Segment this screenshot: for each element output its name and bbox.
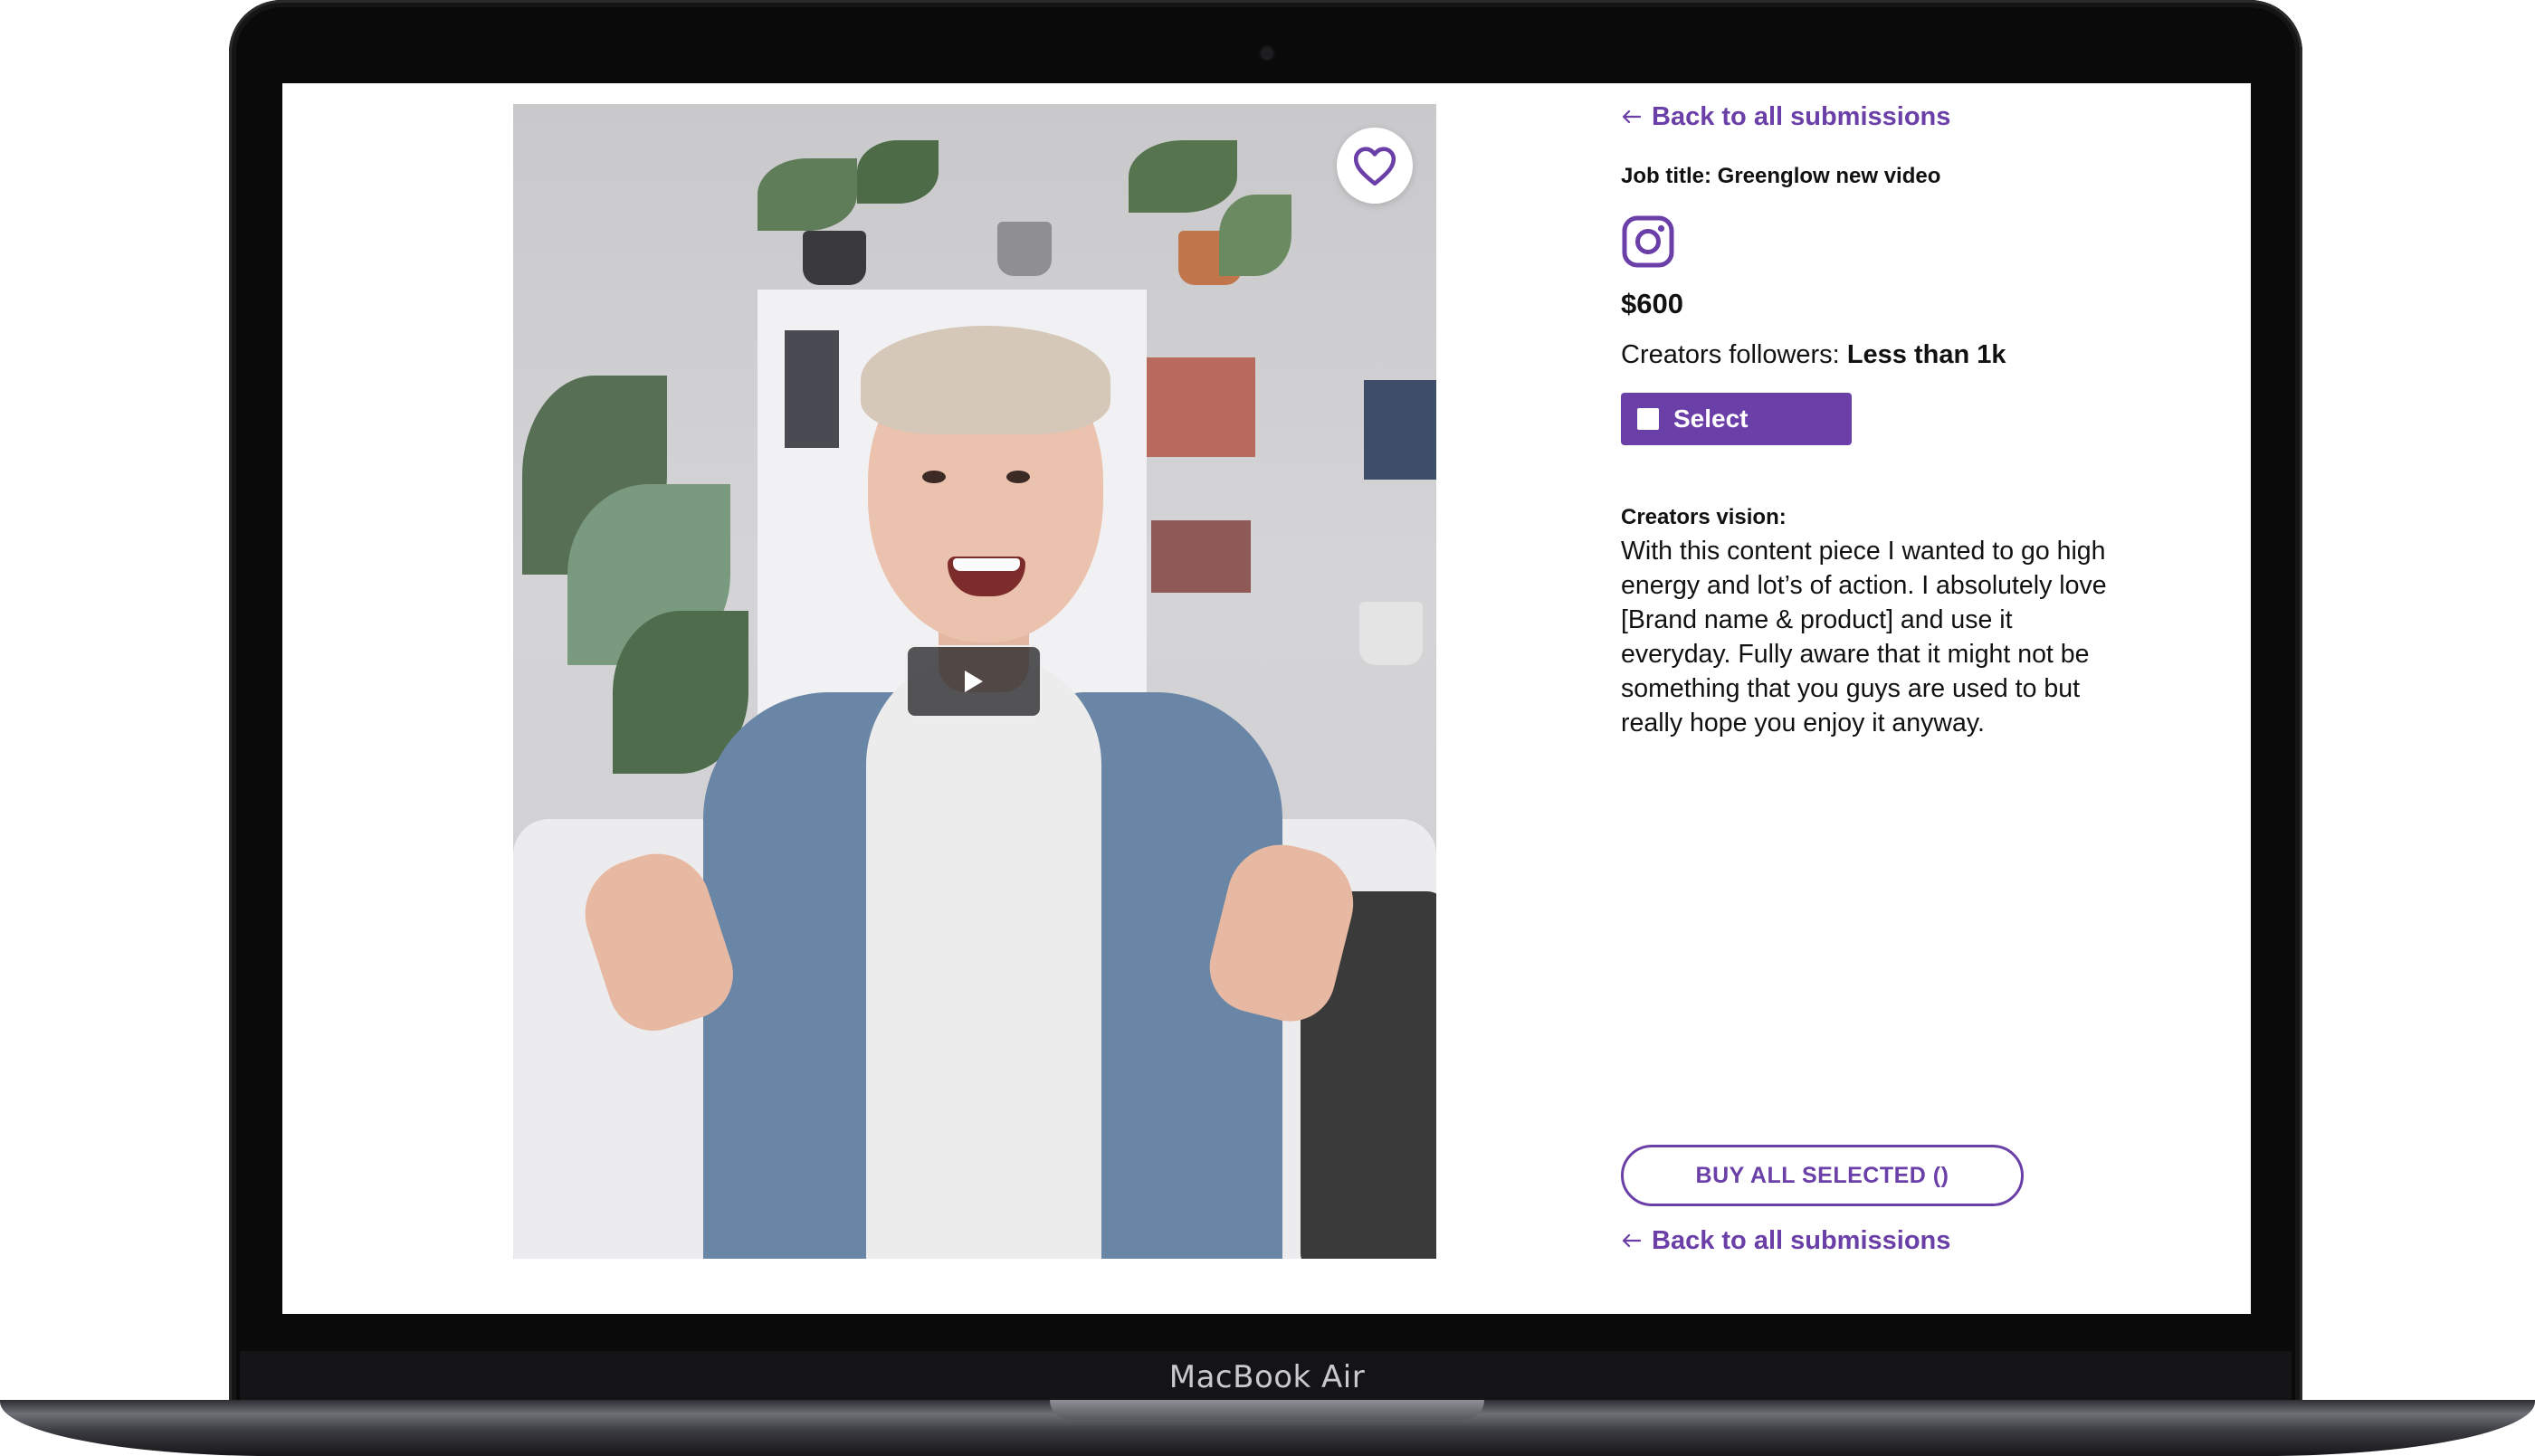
select-label: Select [1673,404,1749,433]
plant-leaf [1219,195,1291,276]
arrow-left-icon [1622,1233,1641,1248]
back-to-submissions-link-bottom[interactable]: Back to all submissions [1621,1223,1950,1259]
favorite-button[interactable] [1337,128,1413,204]
picture-frame [1364,380,1436,480]
eye [1006,471,1030,483]
buy-all-selected-button[interactable]: BUY ALL SELECTED () [1621,1145,2024,1206]
play-button[interactable] [906,645,1042,718]
back-to-submissions-link-top[interactable]: Back to all submissions [1621,99,1950,135]
creators-vision-label: Creators vision: [1621,505,1787,529]
book [1147,357,1255,457]
plant-leaf [1129,140,1237,213]
plant-leaf [857,140,939,204]
hair [861,326,1110,434]
book [785,330,839,448]
price: $600 [1621,288,1683,319]
play-icon [965,671,983,692]
arrow-left-icon [1622,109,1641,124]
plant-leaf [758,158,857,231]
plant-pot [1359,602,1423,665]
followers-label: Creators followers: [1621,340,1847,369]
heart-outline-icon [1353,147,1396,186]
creators-vision-text: With this content piece I wanted to go h… [1621,537,2107,738]
plant-pot [803,231,866,285]
screen: Back to all submissions Job title: Green… [282,83,2251,1314]
video-player[interactable] [513,104,1436,1259]
teeth [953,558,1020,571]
back-link-label: Back to all submissions [1652,1225,1951,1255]
webcam [1261,47,1273,60]
followers-value: Less than 1k [1846,340,2006,369]
creator-followers: Creators followers: Less than 1k [1621,340,2006,370]
plant-pot [997,222,1052,276]
job-title: Job title: Greenglow new video [1621,164,1941,188]
book [1151,520,1251,593]
device-brand-label: MacBook Air [1168,1359,1366,1395]
back-link-label: Back to all submissions [1652,101,1951,131]
laptop-hinge-notch [1050,1400,1484,1420]
select-button[interactable]: Select [1621,393,1852,445]
shirt [866,656,1101,1259]
eye [922,471,946,483]
instagram-icon[interactable] [1621,214,1675,269]
checkbox-icon [1637,408,1659,430]
